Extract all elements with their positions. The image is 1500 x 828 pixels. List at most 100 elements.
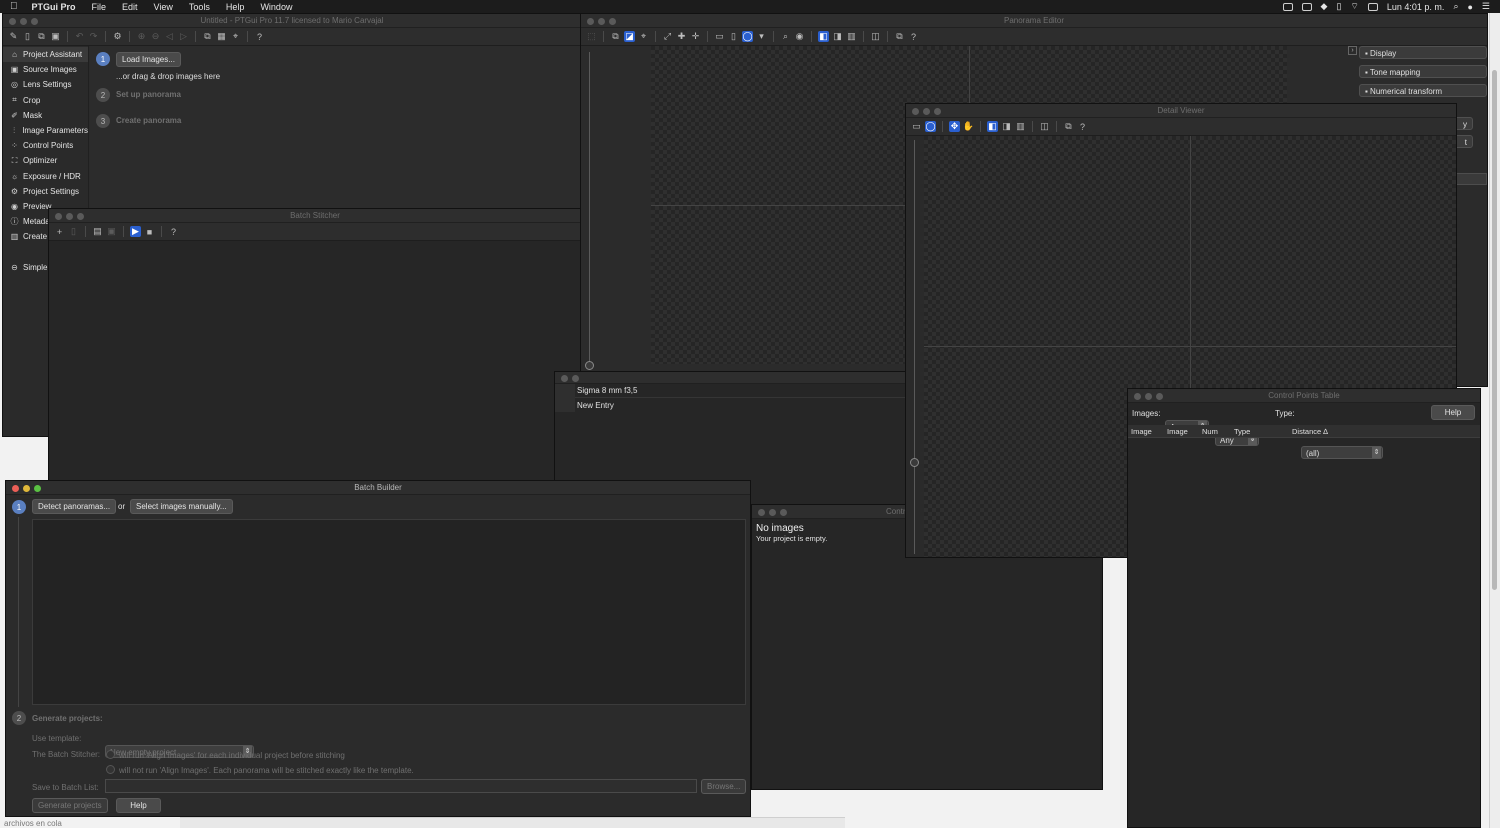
lens-list-titlebar[interactable]: [555, 372, 905, 384]
status-cloud2-icon[interactable]: [1301, 2, 1312, 11]
vertical-slider[interactable]: [914, 140, 915, 554]
previous-icon[interactable]: ◁: [164, 31, 175, 42]
close-icon[interactable]: [587, 18, 594, 25]
add-icon[interactable]: +: [54, 226, 65, 237]
close-icon[interactable]: [1134, 393, 1141, 400]
next-icon[interactable]: ▷: [178, 31, 189, 42]
zoom-icon[interactable]: [77, 213, 84, 220]
column-header-image-1[interactable]: Image: [1131, 427, 1152, 436]
view-mode-1-icon[interactable]: ◧: [987, 121, 998, 132]
sidebar-item-control-points[interactable]: ⁘ Control Points: [3, 138, 88, 153]
sidebar-item-exposure-hdr[interactable]: ☼ Exposure / HDR: [3, 169, 88, 184]
zoom-out-icon[interactable]: ⊖: [150, 31, 161, 42]
tone-mapping-panel-header[interactable]: ▪ Tone mapping: [1359, 65, 1487, 78]
menu-help[interactable]: Help: [218, 2, 253, 12]
menu-tools[interactable]: Tools: [181, 2, 218, 12]
status-page-icon[interactable]: ▯: [1336, 1, 1341, 12]
vertical-slider[interactable]: [589, 52, 590, 368]
panel-collapse-icon[interactable]: ›: [1348, 46, 1357, 55]
select-icon[interactable]: ⬚: [586, 31, 597, 42]
help-icon[interactable]: ?: [168, 226, 179, 237]
sidebar-item-source-images[interactable]: ▣ Source Images: [3, 62, 88, 77]
list-item[interactable]: Sigma 8 mm f3,5: [555, 383, 905, 398]
zoom-in-icon[interactable]: ⊕: [136, 31, 147, 42]
list-item[interactable]: New Entry: [555, 398, 905, 412]
view-mode-2-icon[interactable]: ◨: [832, 31, 843, 42]
select-images-button[interactable]: Select images manually...: [130, 499, 233, 514]
fit-icon[interactable]: ⤢: [662, 31, 673, 42]
duplicate-icon[interactable]: ⧉: [36, 31, 47, 42]
spotlight-search-icon[interactable]: ⌕: [1453, 1, 1458, 12]
menu-window[interactable]: Window: [252, 2, 300, 12]
zoom-icon[interactable]: [780, 509, 787, 516]
type-select[interactable]: (all): [1301, 446, 1383, 459]
level-icon[interactable]: ✛: [690, 31, 701, 42]
vertical-slider-handle[interactable]: [585, 361, 594, 370]
help-button[interactable]: Help: [116, 798, 161, 813]
menu-file[interactable]: File: [84, 2, 115, 12]
batch-list-path-field[interactable]: [105, 779, 697, 793]
help-icon[interactable]: ?: [1077, 121, 1088, 132]
generate-projects-button[interactable]: Generate projects: [32, 798, 108, 813]
display-panel-header[interactable]: ▪ Display: [1359, 46, 1487, 59]
close-icon[interactable]: [912, 108, 919, 115]
sidebar-item-crop[interactable]: ⌗ Crop: [3, 93, 88, 108]
user-avatar-icon[interactable]: ●: [1467, 2, 1472, 12]
close-icon[interactable]: [12, 485, 19, 492]
sidebar-item-optimizer[interactable]: ⛶ Optimizer: [3, 153, 88, 168]
status-cloud-icon[interactable]: [1282, 2, 1293, 11]
zoom-icon[interactable]: [934, 108, 941, 115]
zoom-icon[interactable]: [1156, 393, 1163, 400]
battery-icon[interactable]: [1367, 2, 1378, 11]
panorama-editor-icon[interactable]: ⧉: [202, 31, 213, 42]
save-list-icon[interactable]: ▣: [106, 226, 117, 237]
detail-viewer-icon[interactable]: ⧉: [894, 31, 905, 42]
batch-builder-titlebar[interactable]: Batch Builder: [6, 481, 750, 495]
close-icon[interactable]: [561, 375, 568, 382]
equirect-icon[interactable]: ◯: [742, 31, 753, 42]
sidebar-item-lens-settings[interactable]: ◎ Lens Settings: [3, 77, 88, 92]
rectangle-icon[interactable]: ▭: [911, 121, 922, 132]
save-icon[interactable]: ▣: [50, 31, 61, 42]
column-header-type[interactable]: Type: [1234, 427, 1250, 436]
batch-stitcher-titlebar[interactable]: Batch Stitcher: [49, 209, 581, 223]
window-icon[interactable]: ⧉: [1063, 121, 1074, 132]
minimize-icon[interactable]: [769, 509, 776, 516]
close-icon[interactable]: [55, 213, 62, 220]
play-icon[interactable]: ▶: [130, 226, 141, 237]
redo-icon[interactable]: ↷: [88, 31, 99, 42]
align-images-radio[interactable]: [106, 750, 115, 759]
control-center-icon[interactable]: ☰: [1482, 1, 1490, 12]
column-header-num[interactable]: Num: [1202, 427, 1218, 436]
apple-menu-icon[interactable]: : [0, 1, 24, 12]
minimize-icon[interactable]: [572, 375, 579, 382]
load-images-button[interactable]: Load Images...: [116, 52, 181, 67]
open-icon[interactable]: ▯: [22, 31, 33, 42]
vertical-slider-handle[interactable]: [910, 458, 919, 467]
circle-icon[interactable]: ◯: [925, 121, 936, 132]
table-icon[interactable]: ▦: [216, 31, 227, 42]
gear-icon[interactable]: ⚙: [112, 31, 123, 42]
zoom-icon[interactable]: [609, 18, 616, 25]
column-header-distance[interactable]: Distance ∆: [1292, 427, 1328, 436]
sidebar-item-project-assistant[interactable]: ⌂ Project Assistant: [3, 47, 88, 63]
browse-button[interactable]: Browse...: [701, 779, 746, 794]
compare-icon[interactable]: ◫: [1039, 121, 1050, 132]
column-header-image-2[interactable]: Image: [1167, 427, 1188, 436]
minimize-icon[interactable]: [20, 18, 27, 25]
app-menu[interactable]: PTGui Pro: [24, 2, 84, 12]
undo-icon[interactable]: ↶: [74, 31, 85, 42]
images-icon[interactable]: ⧉: [610, 31, 621, 42]
minimize-icon[interactable]: [923, 108, 930, 115]
new-project-icon[interactable]: ✎: [8, 31, 19, 42]
sidebar-item-project-settings[interactable]: ⚙ Project Settings: [3, 184, 88, 199]
no-align-radio[interactable]: [106, 765, 115, 774]
minimize-icon[interactable]: [1145, 393, 1152, 400]
view-mode-3-icon[interactable]: ▥: [846, 31, 857, 42]
view-mode-1-icon[interactable]: ◧: [818, 31, 829, 42]
rectilinear-icon[interactable]: ▭: [714, 31, 725, 42]
center-icon[interactable]: ✚: [676, 31, 687, 42]
help-button[interactable]: Help: [1431, 405, 1475, 420]
chevron-down-icon[interactable]: ▾: [756, 31, 767, 42]
close-icon[interactable]: [758, 509, 765, 516]
